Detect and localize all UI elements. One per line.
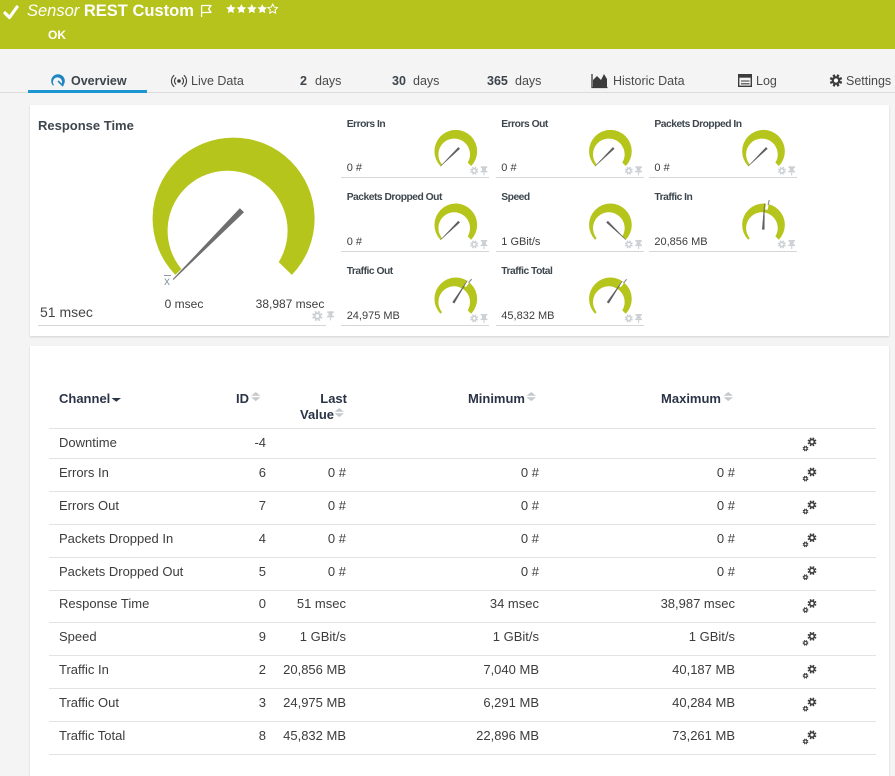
svg-text:x: x	[164, 274, 170, 288]
